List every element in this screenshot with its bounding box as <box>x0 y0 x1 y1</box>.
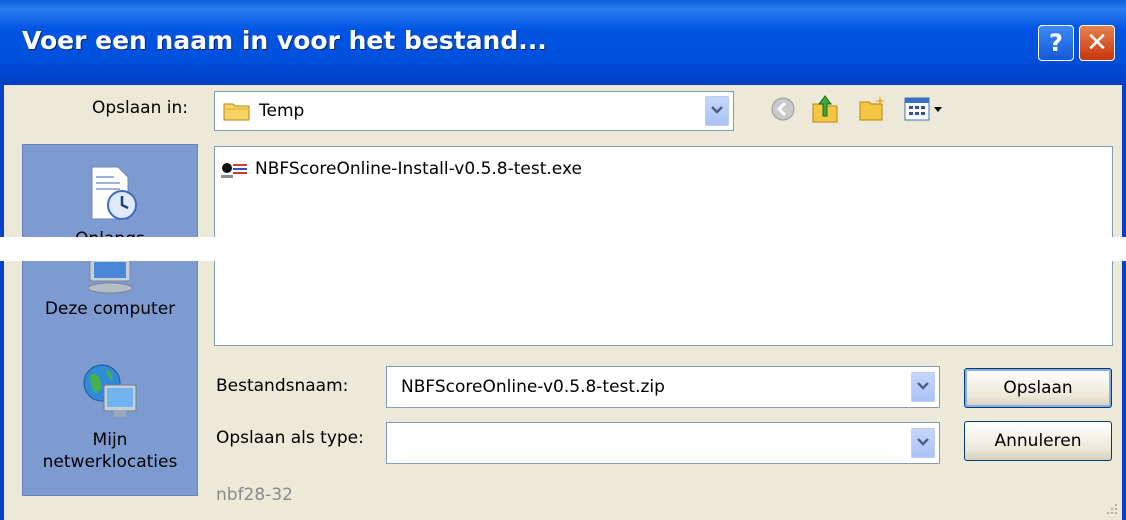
filename-input[interactable]: NBFScoreOnline-v0.5.8-test.zip <box>401 377 665 397</box>
place-label-my-computer: Deze computer <box>44 299 176 319</box>
close-button[interactable]: ✕ <box>1079 25 1115 61</box>
filetype-label: Opslaan als type: <box>216 428 364 448</box>
filename-label: Bestandsnaam: <box>216 376 349 396</box>
cancel-button[interactable]: Annuleren <box>964 421 1112 461</box>
place-my-computer[interactable]: Deze computer <box>23 255 197 335</box>
network-places-icon <box>78 359 142 427</box>
up-folder-icon[interactable] <box>810 92 840 124</box>
view-menu-icon[interactable] <box>904 96 948 122</box>
footer-text: nbf28-32 <box>216 485 293 505</box>
folder-icon <box>223 101 251 125</box>
place-recent[interactable]: Onlangs <box>23 163 197 249</box>
installer-exe-icon <box>219 158 251 180</box>
location-dropdown-button[interactable] <box>705 96 729 126</box>
window-border-left <box>0 85 4 520</box>
chevron-down-icon <box>912 382 934 390</box>
list-item[interactable]: NBFScoreOnline-Install-v0.5.8-test.exe <box>219 157 659 181</box>
filetype-dropdown-button[interactable] <box>911 428 935 458</box>
filename-combobox[interactable]: NBFScoreOnline-v0.5.8-test.zip <box>386 366 940 408</box>
filename-dropdown-button[interactable] <box>911 372 935 402</box>
file-name: NBFScoreOnline-Install-v0.5.8-test.exe <box>255 159 582 179</box>
places-bar: Onlangs Deze computer Mijn netwerklocati… <box>22 144 198 496</box>
resize-grip-icon[interactable] <box>1104 500 1118 514</box>
my-computer-icon <box>80 255 140 295</box>
save-button[interactable]: Opslaan <box>964 368 1112 408</box>
place-network[interactable]: Mijn netwerklocaties <box>23 359 197 489</box>
chevron-down-icon <box>912 438 934 446</box>
window-border-right <box>1122 85 1126 520</box>
location-label: Opslaan in: <box>92 98 188 118</box>
back-icon[interactable] <box>770 96 796 122</box>
filetype-combobox[interactable] <box>386 422 940 464</box>
white-band <box>0 237 1126 261</box>
dialog-title: Voer een naam in voor het bestand... <box>22 26 547 55</box>
new-folder-icon[interactable] <box>858 94 888 122</box>
help-button[interactable]: ? <box>1038 25 1074 61</box>
recent-documents-icon <box>80 163 140 225</box>
place-label-network: Mijn netwerklocaties <box>42 430 178 472</box>
location-value: Temp <box>259 101 305 121</box>
location-combobox[interactable]: Temp <box>214 91 734 131</box>
chevron-down-icon <box>706 106 728 114</box>
